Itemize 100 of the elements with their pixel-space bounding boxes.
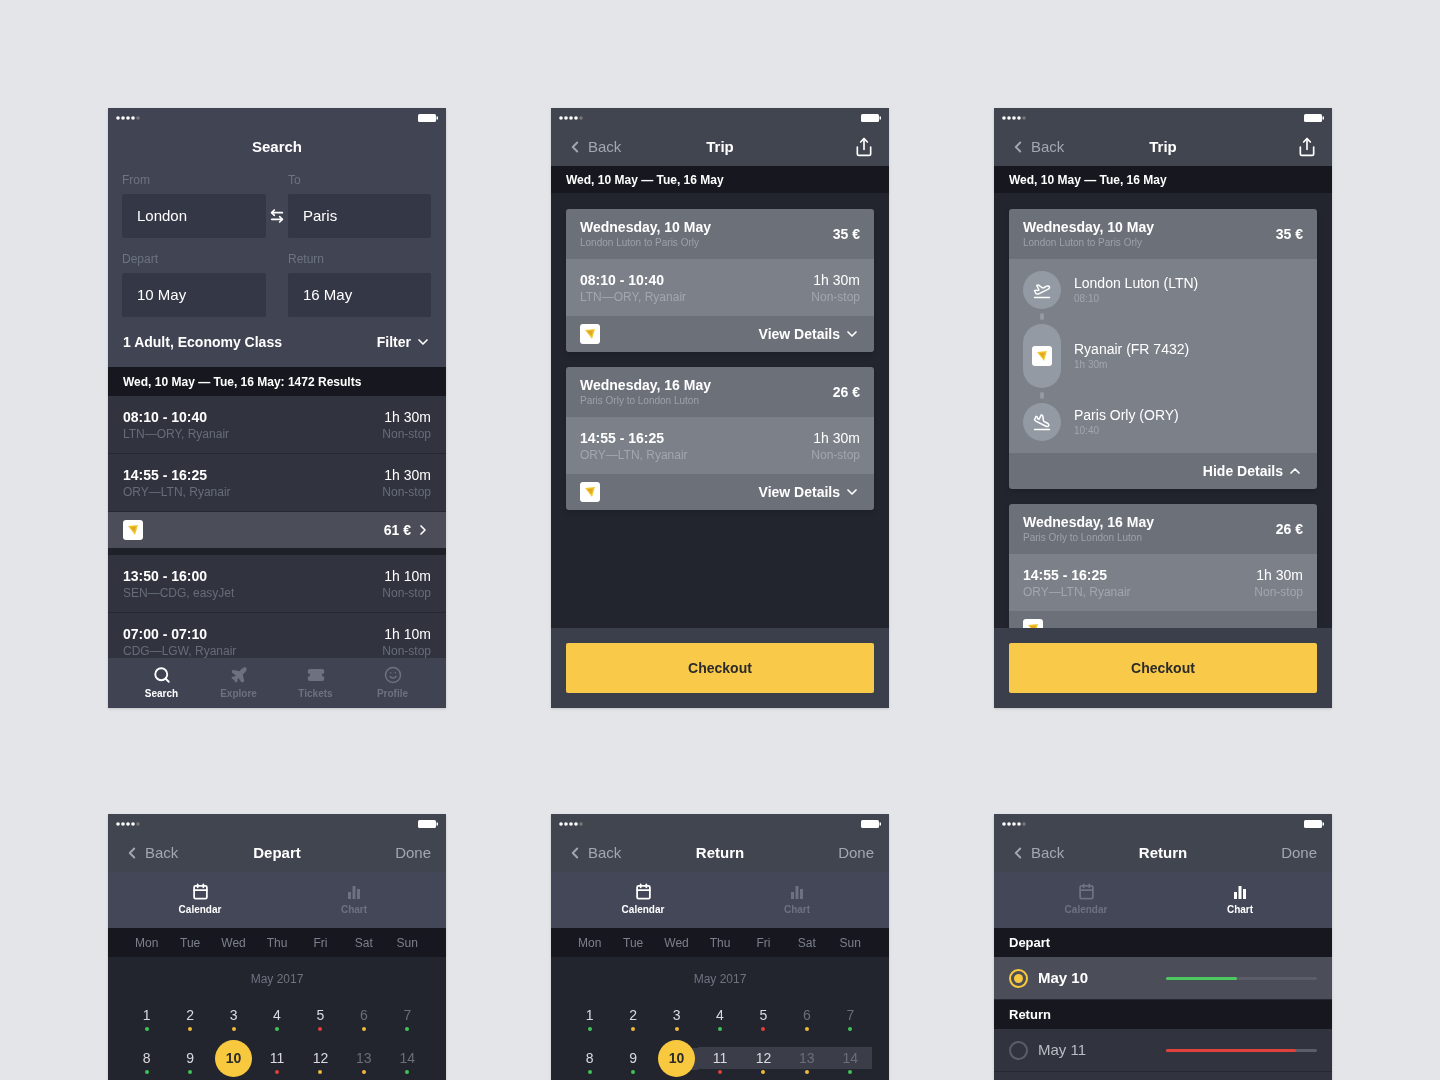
calendar-day[interactable]: 5	[741, 1004, 786, 1026]
calendar-day[interactable]: 2	[611, 1004, 655, 1026]
signal-icon	[559, 822, 583, 826]
tab-bar-item[interactable]: Search	[123, 658, 200, 708]
input-field[interactable]: 16 May	[288, 273, 431, 317]
signal-icon	[116, 822, 140, 826]
flight-stops: Non-stop	[382, 584, 431, 601]
view-tab[interactable]: Calendar	[566, 872, 720, 928]
radio-button[interactable]	[1009, 1040, 1028, 1060]
leg-price: 35 €	[832, 224, 860, 244]
flight-duration: 1h 30m	[1256, 565, 1303, 584]
leg-price: 26 €	[832, 382, 860, 402]
battery-icon	[418, 820, 438, 828]
leg-date: Wednesday, 10 May	[1023, 218, 1154, 236]
calendar-day[interactable]: 4	[698, 1004, 742, 1026]
calendar-day[interactable]: 12	[741, 1047, 786, 1069]
calendar-day[interactable]: 11	[698, 1047, 742, 1069]
flight-duration: 1h 30m	[813, 428, 860, 447]
battery-icon	[1304, 820, 1324, 828]
date-option[interactable]: May 10	[994, 957, 1332, 1000]
battery-icon	[861, 820, 881, 828]
back-button[interactable]: Back	[1009, 135, 1065, 159]
battery-icon	[1304, 114, 1324, 122]
option-date: May 11	[1038, 1039, 1087, 1060]
view-tab[interactable]: Chart	[1163, 872, 1317, 928]
calendar-day[interactable]: 5	[298, 1004, 343, 1026]
stop-name: Ryanair (FR 7432)	[1074, 340, 1190, 358]
airline-logo	[580, 482, 600, 502]
calendar-day[interactable]: 1	[125, 1004, 169, 1026]
view-tab[interactable]: Calendar	[123, 872, 277, 928]
trip-dates: Wed, 10 May — Tue, 16 May	[994, 166, 1332, 193]
leg-date: Wednesday, 16 May	[580, 376, 711, 394]
calendar-day[interactable]: 4	[255, 1004, 299, 1026]
screen-title: Depart	[252, 842, 302, 863]
price-row[interactable]: 61 €	[108, 512, 446, 555]
leg-date: Wednesday, 10 May	[580, 218, 711, 236]
weekday-label: Sat	[796, 934, 817, 952]
input-field[interactable]: 10 May	[122, 273, 266, 317]
airline-logo	[580, 324, 600, 344]
passenger-class: 1 Adult, Economy Class	[123, 332, 282, 352]
results-summary: Wed, 10 May — Tue, 16 May: 1472 Results	[108, 367, 446, 396]
calendar-day[interactable]: 11	[255, 1047, 299, 1069]
checkout-button[interactable]: Checkout	[1009, 643, 1317, 693]
total-price: 61 €	[383, 520, 411, 540]
done-button[interactable]: Done	[1281, 842, 1317, 865]
stop-name: London Luton (LTN)	[1074, 274, 1199, 292]
airline-logo	[1032, 346, 1052, 366]
weekday-label: Sat	[353, 934, 374, 952]
takeoff-icon	[1023, 271, 1061, 309]
calendar-day[interactable]: 12	[298, 1047, 343, 1069]
flight-stops: Non-stop	[382, 642, 431, 658]
back-button[interactable]: Back	[566, 135, 622, 159]
face-icon	[383, 665, 402, 684]
flight-times: 13:50 - 16:00	[123, 566, 209, 585]
weekday-label: Sun	[395, 934, 419, 952]
weekday-label: Fri	[755, 934, 772, 952]
back-button[interactable]: Back	[566, 841, 622, 865]
selected-day[interactable]: 10	[215, 1040, 253, 1077]
option-date: May 10	[1038, 967, 1089, 988]
back-button[interactable]: Back	[123, 841, 179, 865]
filter-button[interactable]: Filter	[376, 331, 431, 353]
calendar-day[interactable]: 8	[125, 1047, 169, 1069]
calendar-day[interactable]: 9	[611, 1047, 655, 1069]
flight-times: 14:55 - 16:25	[1023, 565, 1109, 584]
done-button[interactable]: Done	[395, 842, 431, 865]
back-button[interactable]: Back	[1009, 841, 1065, 865]
leg-price: 35 €	[1275, 224, 1303, 244]
month-label: May 2017	[692, 971, 748, 988]
selected-day[interactable]: 10	[658, 1040, 696, 1077]
plane-icon	[229, 665, 248, 684]
input-field[interactable]: Paris	[288, 194, 431, 238]
calendar-day[interactable]: 3	[654, 1004, 699, 1026]
input-field[interactable]: London	[122, 194, 266, 238]
weekday-label: Thu	[265, 934, 289, 952]
done-button[interactable]: Done	[838, 842, 874, 865]
flight-duration: 1h 30m	[384, 465, 431, 484]
bar-chart-icon	[346, 883, 362, 900]
screen-title: Search	[250, 136, 303, 157]
weekday-label: Fri	[312, 934, 329, 952]
flight-duration: 1h 10m	[384, 566, 431, 585]
weekday-label: Wed	[663, 934, 690, 952]
checkout-button[interactable]: Checkout	[566, 643, 874, 693]
calendar-day[interactable]: 9	[168, 1047, 212, 1069]
weekday-label: Sun	[838, 934, 862, 952]
stop-name: Paris Orly (ORY)	[1074, 406, 1179, 424]
share-icon[interactable]	[854, 137, 874, 157]
calendar-day[interactable]: 1	[568, 1004, 612, 1026]
flight-stops: Non-stop	[382, 425, 431, 442]
swap-icon[interactable]	[269, 208, 285, 224]
calendar-day[interactable]: 2	[168, 1004, 212, 1026]
landing-icon	[1023, 403, 1061, 441]
battery-icon	[861, 114, 881, 122]
flight-times: 07:00 - 07:10	[123, 624, 209, 643]
calendar-day[interactable]: 8	[568, 1047, 612, 1069]
weekday-label: Tue	[622, 934, 645, 952]
share-icon[interactable]	[1297, 137, 1317, 157]
calendar-day[interactable]: 3	[211, 1004, 256, 1026]
weekday-label: Mon	[577, 934, 603, 952]
section-heading: Depart	[994, 928, 1332, 957]
bar-chart-icon	[1232, 883, 1248, 900]
